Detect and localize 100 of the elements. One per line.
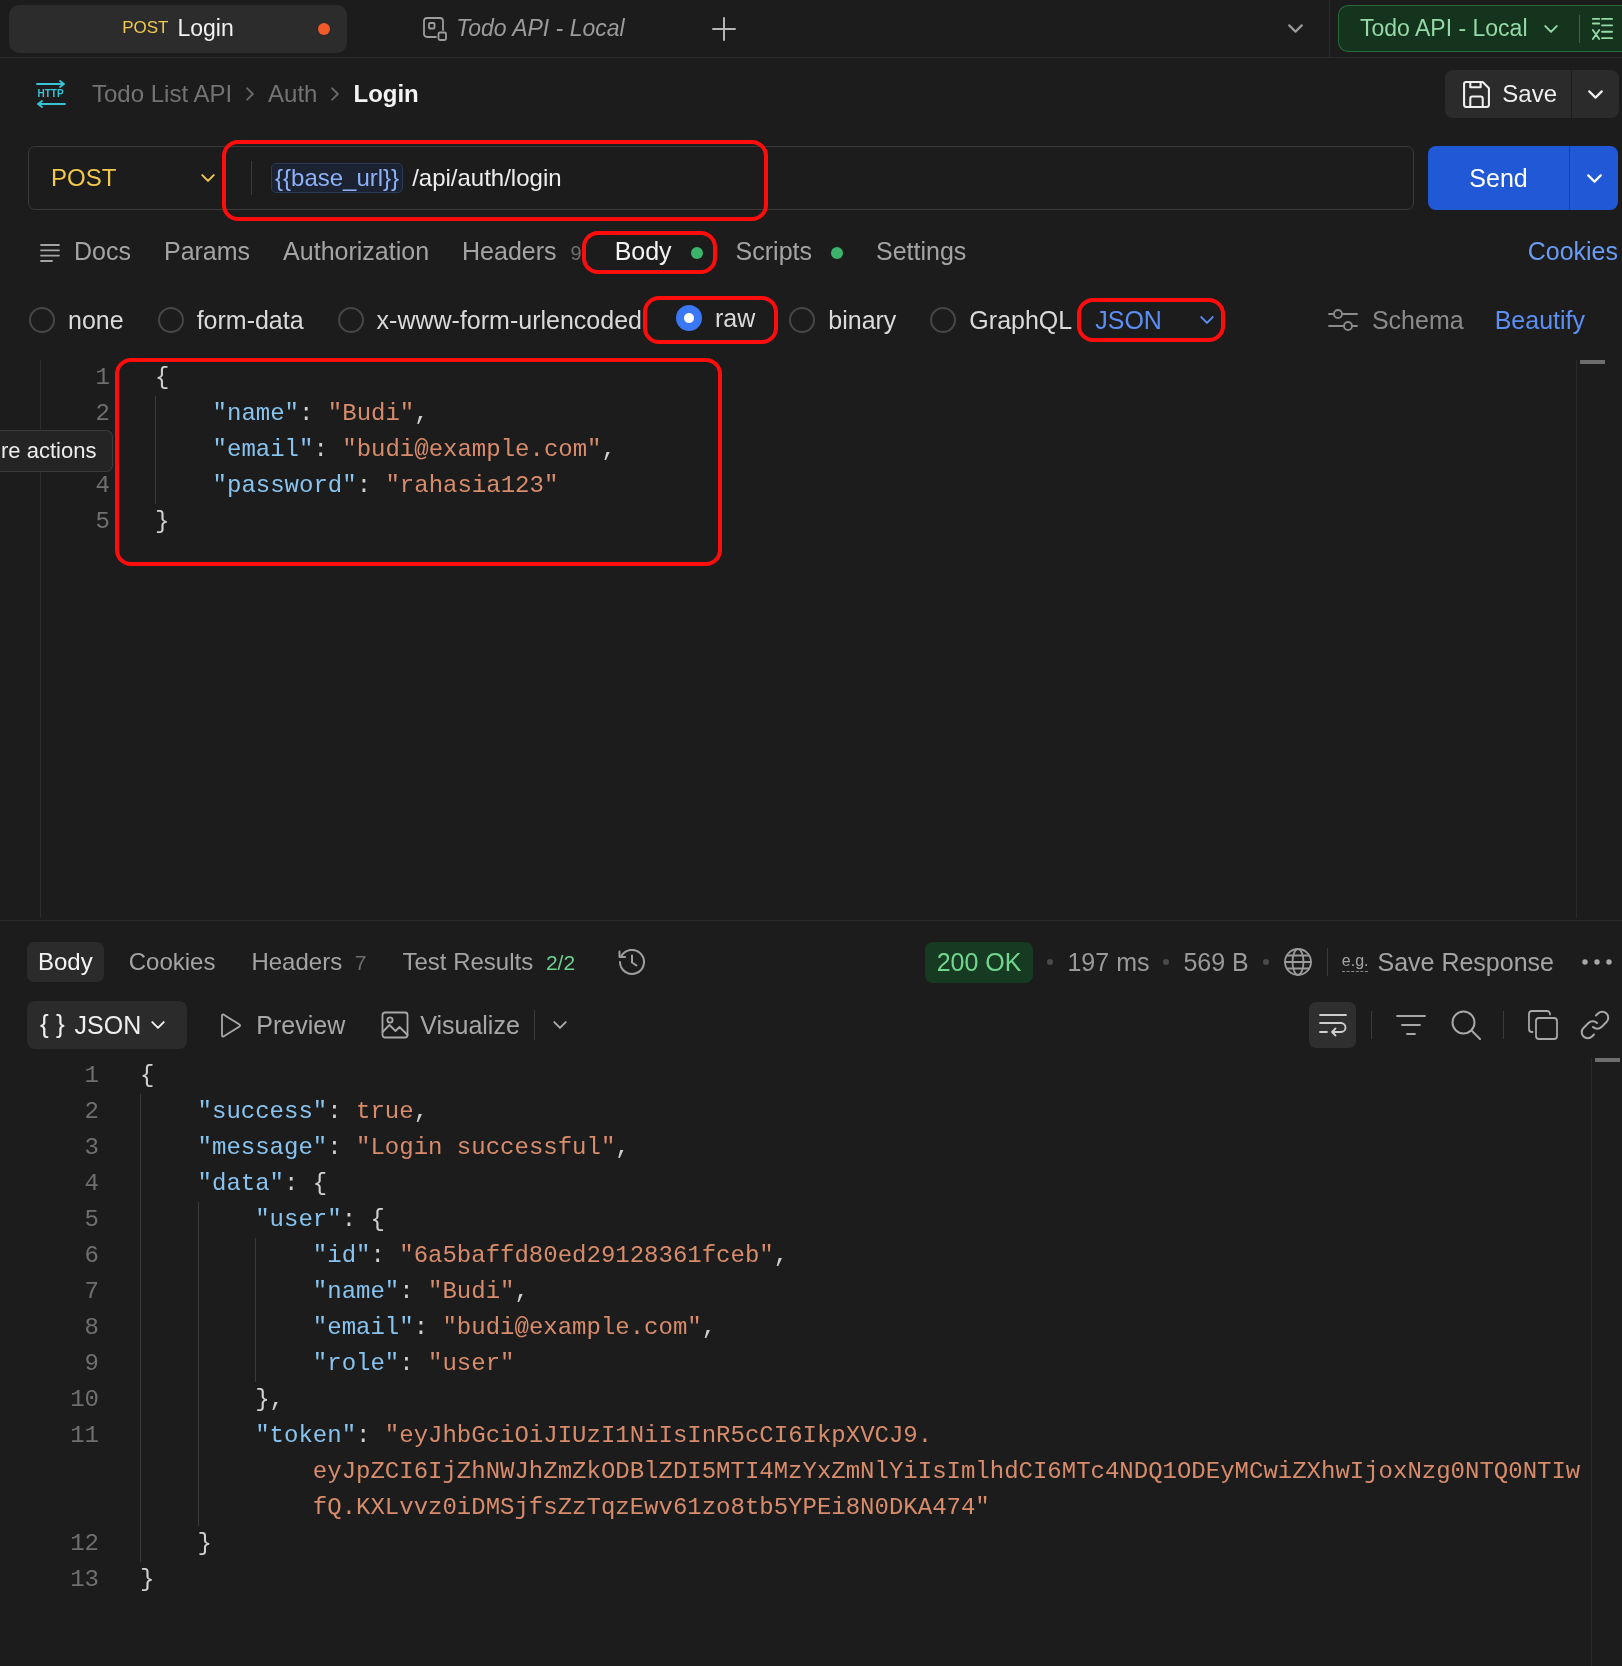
code-line: "email": "budi@example.com",	[140, 1310, 717, 1346]
code-line: "message": "Login successful",	[140, 1130, 630, 1166]
radio-option[interactable]: none	[29, 305, 124, 335]
method-dropdown[interactable]: POST	[29, 147, 251, 209]
environment-dropdown[interactable]: Todo API - Local	[1339, 14, 1558, 43]
ellipsis-icon	[1582, 959, 1612, 965]
lines-icon	[40, 244, 60, 263]
network-button[interactable]	[1282, 947, 1313, 977]
wrap-lines-icon	[1318, 1013, 1347, 1037]
breadcrumb-link[interactable]: Todo List API	[92, 79, 233, 109]
save-response-button[interactable]: e.g. Save Response	[1341, 947, 1554, 977]
request-tab[interactable]: Body	[614, 235, 703, 266]
plus-icon	[712, 16, 736, 41]
link-button[interactable]	[1580, 1010, 1610, 1040]
code-line: "password": "rahasia123"	[155, 468, 559, 504]
preview-button[interactable]: Preview	[220, 1010, 346, 1040]
visualize-button[interactable]: Visualize	[381, 1010, 520, 1040]
history-button[interactable]	[616, 947, 647, 977]
line-number: 5	[95, 508, 110, 535]
variables-button[interactable]	[1590, 15, 1613, 42]
radio-option[interactable]: raw	[675, 302, 756, 333]
code-line: }	[155, 507, 170, 537]
response-tab[interactable]: Cookies	[117, 942, 227, 982]
new-tab-button[interactable]	[712, 16, 736, 41]
code-line: {	[140, 1061, 155, 1091]
radio-option[interactable]: binary	[789, 305, 897, 335]
tabs-menu-button[interactable]	[1288, 24, 1303, 33]
radio-option[interactable]: x-www-form-urlencoded	[337, 305, 642, 335]
search-icon	[1451, 1010, 1481, 1040]
code-line: "name": "Budi",	[155, 396, 429, 432]
request-tab[interactable]: Headers 9	[462, 236, 582, 266]
window-tab[interactable]: Todo API - Local	[347, 4, 701, 53]
response-tab[interactable]: Body	[27, 942, 104, 982]
beautify-link[interactable]: Beautify	[1494, 305, 1585, 335]
response-size: 569 B	[1183, 947, 1249, 977]
save-button[interactable]: Save	[1445, 70, 1571, 118]
url-field[interactable]: {{base_url}} /api/auth/login	[252, 147, 1413, 209]
line-number: 7	[84, 1278, 99, 1305]
line-number: 9	[84, 1350, 99, 1377]
send-button[interactable]: Send	[1428, 146, 1569, 210]
response-format-dropdown[interactable]: { } JSON	[27, 1001, 188, 1049]
chevron-right-icon	[331, 87, 340, 101]
line-number: 3	[84, 1134, 99, 1161]
breadcrumb-current: Login	[353, 79, 419, 109]
wrap-lines-button[interactable]	[1309, 1002, 1356, 1048]
line-number: 12	[70, 1530, 99, 1557]
variable-chip: {{base_url}}	[271, 162, 404, 194]
history-icon	[616, 947, 647, 977]
line-number: 1	[95, 364, 110, 391]
status-label: 200 OK	[924, 941, 1034, 983]
scrollbar-thumb[interactable]	[1580, 360, 1605, 364]
request-tab[interactable]: Scripts	[735, 236, 843, 266]
save-menu-button[interactable]	[1571, 70, 1619, 118]
line-number: 2	[95, 400, 110, 427]
sliders-icon	[1327, 308, 1358, 332]
radio-option[interactable]: form-data	[157, 305, 304, 335]
line-number: 1	[84, 1062, 99, 1089]
request-tab[interactable]: Docs	[40, 236, 131, 266]
cookies-link[interactable]: Cookies	[1527, 236, 1618, 266]
line-number: 4	[95, 472, 110, 499]
visualize-menu-button[interactable]	[552, 1021, 567, 1029]
code-line: "name": "Budi",	[140, 1274, 529, 1310]
code-line: {	[155, 363, 170, 393]
chevron-right-icon	[246, 87, 255, 101]
breadcrumb-link[interactable]: Auth	[268, 79, 318, 109]
radio-option[interactable]: GraphQL	[930, 305, 1073, 335]
response-tab[interactable]: Headers 7	[240, 942, 378, 982]
scrollbar-thumb[interactable]	[1595, 1058, 1620, 1062]
line-number: 5	[84, 1206, 99, 1233]
line-number: 8	[84, 1314, 99, 1341]
request-tab[interactable]: Authorization	[283, 236, 430, 266]
line-number: 10	[70, 1386, 99, 1413]
request-tab[interactable]: Settings	[876, 236, 967, 266]
copy-button[interactable]	[1528, 1010, 1558, 1040]
squares-icon	[423, 16, 448, 41]
code-line: "role": "user"	[140, 1346, 515, 1382]
chevron-down-icon	[1588, 89, 1603, 99]
search-button[interactable]	[1451, 1010, 1481, 1040]
request-tab[interactable]: Params	[163, 236, 251, 266]
chevron-down-icon	[1586, 173, 1602, 183]
list-x-icon	[1590, 15, 1613, 42]
schema-button[interactable]: Schema	[1327, 305, 1464, 335]
more-button[interactable]	[1582, 959, 1612, 965]
link-icon	[1580, 1010, 1610, 1040]
tooltip: re actions	[0, 430, 113, 472]
code-line: }	[140, 1526, 212, 1562]
code-line: "user": {	[140, 1202, 385, 1238]
filter-button[interactable]	[1396, 1014, 1426, 1036]
body-format-dropdown[interactable]: JSON	[1095, 304, 1214, 335]
chevron-down-icon	[201, 174, 215, 182]
chevron-down-icon	[1288, 24, 1303, 33]
code-line: }	[140, 1565, 155, 1595]
chevron-down-icon	[151, 1021, 166, 1029]
chevron-down-icon	[1199, 315, 1214, 324]
response-tab[interactable]: Test Results 2/2	[391, 942, 587, 982]
window-tab[interactable]: POST Login	[9, 4, 347, 53]
code-line: eyJpZCI6IjZhNWJhZmZkODBlZDI5MTI4MzYxZmNlYiIsImlhdCI6MTc4NDQ1ODEyMCwiZXhwIjoxNzg0NTQ0NTIw	[140, 1454, 1581, 1490]
play-icon	[220, 1012, 242, 1038]
chevron-down-icon	[552, 1021, 567, 1029]
line-number: 2	[84, 1098, 99, 1125]
